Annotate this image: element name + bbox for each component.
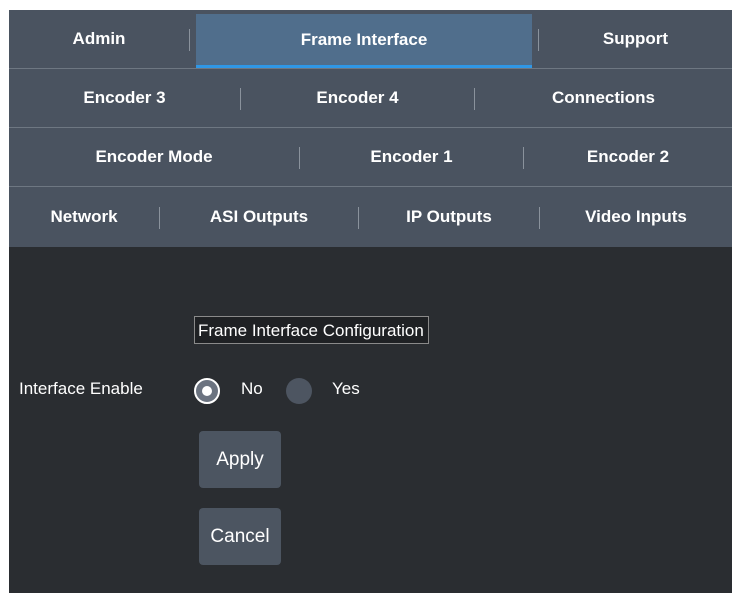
apply-button[interactable]: Apply — [199, 431, 281, 488]
tab-video-inputs[interactable]: Video Inputs — [540, 187, 732, 247]
tab-support[interactable]: Support — [539, 10, 732, 68]
section-title: Frame Interface Configuration — [194, 316, 429, 344]
tab-row-4: Network ASI Outputs IP Outputs Video Inp… — [9, 187, 732, 247]
tab-frame-interface[interactable]: Frame Interface — [196, 14, 532, 68]
interface-enable-yes-radio[interactable] — [286, 378, 312, 404]
tab-connections[interactable]: Connections — [475, 69, 732, 127]
tab-bar: Admin Frame Interface Support Encoder 3 … — [9, 10, 732, 247]
tab-encoder-1[interactable]: Encoder 1 — [300, 128, 523, 186]
tab-ip-outputs[interactable]: IP Outputs — [359, 187, 539, 247]
tab-encoder-mode[interactable]: Encoder Mode — [9, 128, 299, 186]
app-frame: Admin Frame Interface Support Encoder 3 … — [9, 10, 732, 593]
tab-row-2: Encoder 3 Encoder 4 Connections — [9, 69, 732, 128]
tab-row-1: Admin Frame Interface Support — [9, 10, 732, 69]
interface-enable-no-label[interactable]: No — [241, 379, 263, 399]
frame-interface-panel: Frame Interface Configuration Interface … — [9, 247, 732, 593]
tab-network[interactable]: Network — [9, 187, 159, 247]
interface-enable-label: Interface Enable — [19, 379, 143, 398]
tab-asi-outputs[interactable]: ASI Outputs — [160, 187, 358, 247]
tab-admin[interactable]: Admin — [9, 10, 189, 68]
tab-encoder-3[interactable]: Encoder 3 — [9, 69, 240, 127]
cancel-button[interactable]: Cancel — [199, 508, 281, 565]
tab-encoder-4[interactable]: Encoder 4 — [241, 69, 474, 127]
interface-enable-no-radio[interactable] — [194, 378, 220, 404]
tab-row-3: Encoder Mode Encoder 1 Encoder 2 — [9, 128, 732, 187]
tab-encoder-2[interactable]: Encoder 2 — [524, 128, 732, 186]
tab-separator — [189, 29, 190, 51]
interface-enable-yes-label[interactable]: Yes — [332, 379, 360, 399]
